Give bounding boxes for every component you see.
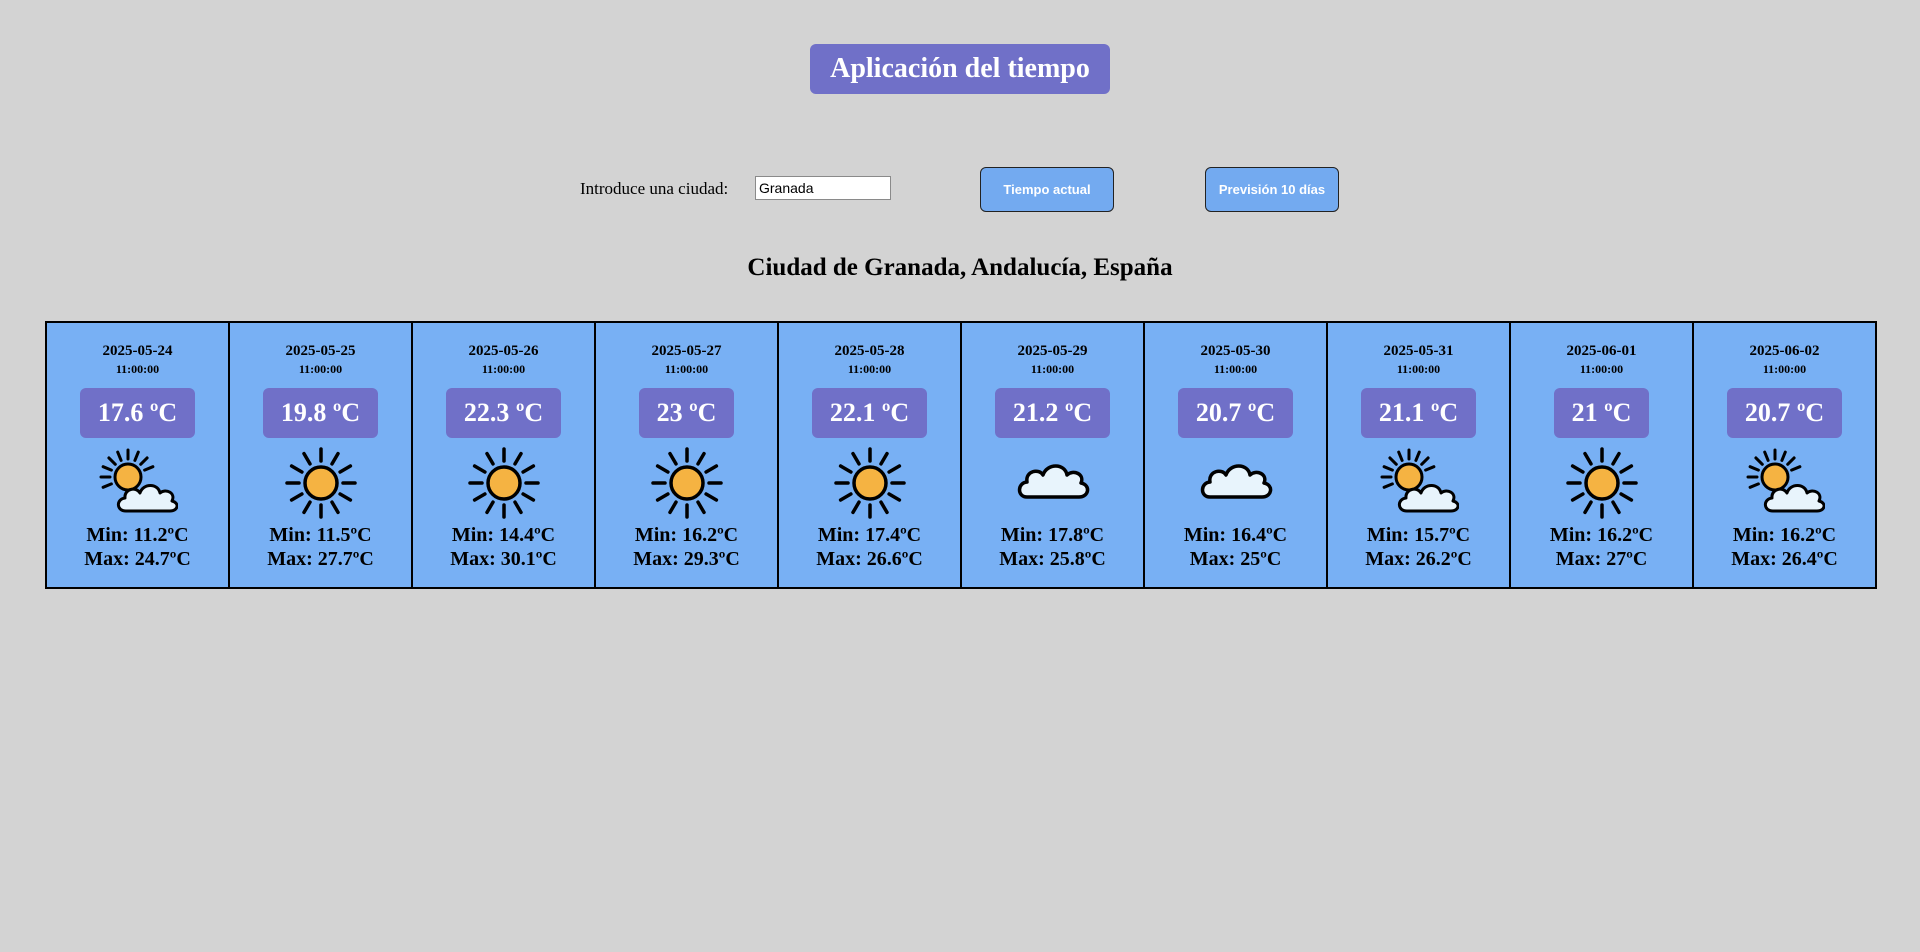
partly-cloudy-icon [1694,447,1875,523]
min-temperature: Min: 16.4ºC [1183,524,1288,546]
temperature-wrap: 22.1 ºC [779,388,960,438]
forecast-date: 2025-05-27 [651,343,722,359]
forecast-date: 2025-05-24 [102,343,173,359]
forecast-time: 11:00:00 [1396,362,1441,376]
temperature-badge: 22.1 ºC [811,388,928,438]
temperature-badge: 23 ºC [638,388,735,438]
max-temperature: Max: 26.4ºC [1731,548,1838,570]
temperature-badge: 17.6 ºC [79,388,196,438]
min-temperature: Min: 17.4ºC [817,524,922,546]
sun-icon [596,447,777,523]
max-temperature: Max: 27.7ºC [267,548,374,570]
forecast-date: 2025-05-31 [1383,343,1454,359]
sun-icon [1511,447,1692,523]
forecast-time: 11:00:00 [115,362,160,376]
max-temperature: Max: 26.6ºC [816,548,923,570]
forecast-date: 2025-05-28 [834,343,905,359]
forecast-date: 2025-06-01 [1566,343,1637,359]
max-temperature: Max: 26.2ºC [1365,548,1472,570]
temperature-badge: 21 ºC [1553,388,1650,438]
forecast-date: 2025-05-25 [285,343,356,359]
cloud-icon [1145,447,1326,523]
header: Aplicación del tiempo [0,44,1920,94]
temperature-wrap: 21 ºC [1511,388,1692,438]
min-temperature: Min: 11.2ºC [86,524,189,546]
temperature-wrap: 20.7 ºC [1694,388,1875,438]
forecast-day-card: 2025-05-28 11:00:00 22.1 ºC Min: 17.4ºC Max:… [779,323,962,587]
temperature-badge: 21.1 ºC [1360,388,1477,438]
temperature-badge: 20.7 ºC [1177,388,1294,438]
forecast-day-card: 2025-05-29 11:00:00 21.2 ºC Min: 17.8ºC Max:… [962,323,1145,587]
city-input[interactable] [755,176,891,200]
forecast-time: 11:00:00 [481,362,526,376]
forecast-day-card: 2025-05-30 11:00:00 20.7 ºC Min: 16.4ºC Max:… [1145,323,1328,587]
min-temperature: Min: 16.2ºC [1732,524,1837,546]
ten-day-forecast-button[interactable]: Previsión 10 días [1205,167,1339,212]
city-input-label: Introduce una ciudad: [580,179,729,198]
app-title: Aplicación del tiempo [810,44,1110,94]
forecast-time: 11:00:00 [1030,362,1075,376]
temperature-badge: 20.7 ºC [1726,388,1843,438]
temperature-badge: 21.2 ºC [994,388,1111,438]
temperature-wrap: 21.1 ºC [1328,388,1509,438]
forecast-time: 11:00:00 [1579,362,1624,376]
sun-icon [230,447,411,523]
temperature-badge: 22.3 ºC [445,388,562,438]
min-temperature: Min: 11.5ºC [269,524,372,546]
max-temperature: Max: 30.1ºC [450,548,557,570]
partly-cloudy-icon [1328,447,1509,523]
partly-cloudy-icon [47,447,228,523]
location-heading: Ciudad de Granada, Andalucía, España [747,254,1173,281]
temperature-wrap: 19.8 ºC [230,388,411,438]
temperature-wrap: 21.2 ºC [962,388,1143,438]
sun-icon [413,447,594,523]
temperature-wrap: 20.7 ºC [1145,388,1326,438]
sun-icon [779,447,960,523]
search-row: Introduce una ciudad: Tiempo actual Prev… [0,167,1920,212]
min-temperature: Min: 14.4ºC [451,524,556,546]
forecast-day-card: 2025-06-02 11:00:00 20.7 ºC Min: 16.2ºC Max:… [1694,323,1877,587]
forecast-time: 11:00:00 [1213,362,1258,376]
current-weather-button[interactable]: Tiempo actual [980,167,1114,212]
forecast-day-card: 2025-05-27 11:00:00 23 ºC Min: 16.2ºC Max: 2… [596,323,779,587]
forecast-day-card: 2025-06-01 11:00:00 21 ºC Min: 16.2ºC Max: 2… [1511,323,1694,587]
forecast-time: 11:00:00 [1762,362,1807,376]
forecast-time: 11:00:00 [298,362,343,376]
max-temperature: Max: 25.8ºC [999,548,1106,570]
temperature-wrap: 17.6 ºC [47,388,228,438]
min-temperature: Min: 16.2ºC [634,524,739,546]
forecast-time: 11:00:00 [664,362,709,376]
max-temperature: Max: 29.3ºC [633,548,740,570]
forecast-time: 11:00:00 [847,362,892,376]
temperature-wrap: 22.3 ºC [413,388,594,438]
max-temperature: Max: 25ºC [1189,548,1282,570]
forecast-date: 2025-05-30 [1200,343,1271,359]
forecast-day-card: 2025-05-26 11:00:00 22.3 ºC Min: 14.4ºC Max:… [413,323,596,587]
forecast-date: 2025-06-02 [1749,343,1820,359]
min-temperature: Min: 16.2ºC [1549,524,1654,546]
temperature-badge: 19.8 ºC [262,388,379,438]
max-temperature: Max: 24.7ºC [84,548,191,570]
forecast-day-card: 2025-05-24 11:00:00 17.6 ºC Min: 11.2ºC Max:… [47,323,230,587]
forecast-date: 2025-05-26 [468,343,539,359]
min-temperature: Min: 17.8ºC [1000,524,1105,546]
min-temperature: Min: 15.7ºC [1366,524,1471,546]
forecast-date: 2025-05-29 [1017,343,1088,359]
temperature-wrap: 23 ºC [596,388,777,438]
forecast-day-card: 2025-05-25 11:00:00 19.8 ºC Min: 11.5ºC Max:… [230,323,413,587]
max-temperature: Max: 27ºC [1555,548,1648,570]
forecast-day-card: 2025-05-31 11:00:00 21.1 ºC Min: 15.7ºC Max:… [1328,323,1511,587]
cloud-icon [962,447,1143,523]
forecast-grid: 2025-05-24 11:00:00 17.6 ºC Min: 11.2ºC Max:… [45,321,1877,589]
